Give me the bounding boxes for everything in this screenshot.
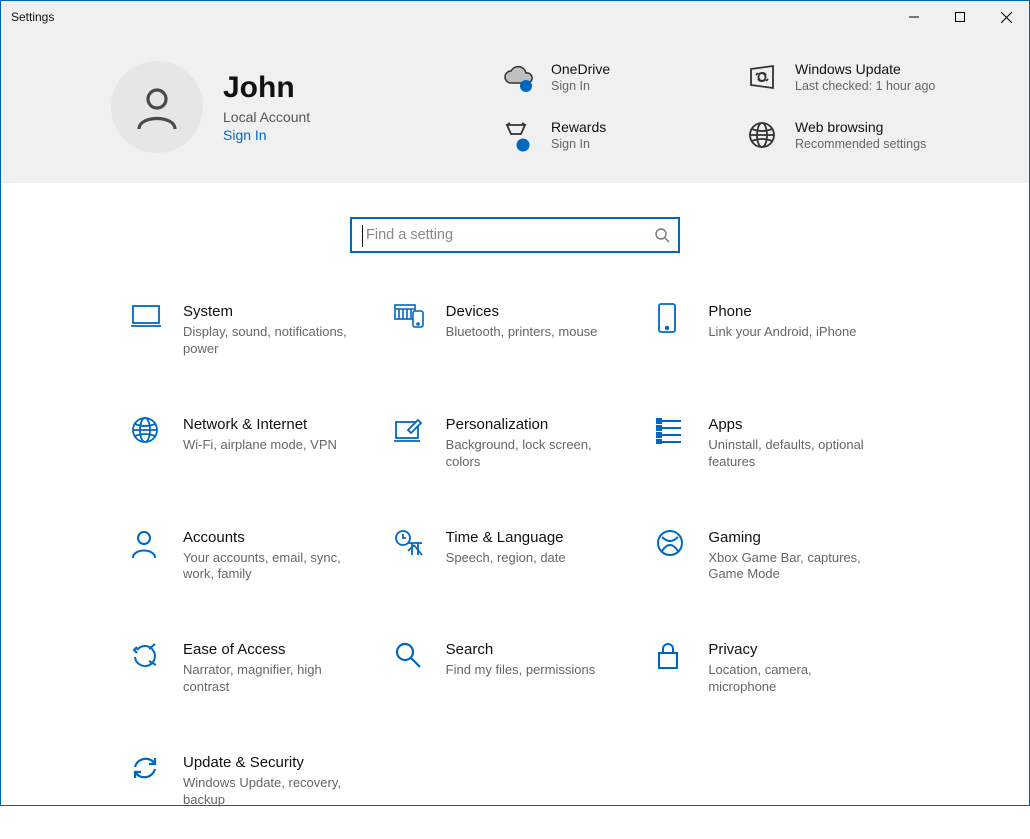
phone-icon: [656, 303, 690, 358]
tile-rewards[interactable]: Rewards Sign In: [501, 119, 715, 153]
cat-title: System: [183, 303, 353, 320]
tile-sub: Sign In: [551, 79, 610, 95]
tile-sub: Sign In: [551, 137, 606, 153]
category-search[interactable]: Search Find my files, permissions: [394, 641, 637, 696]
cat-sub: Speech, region, date: [446, 550, 566, 567]
tile-title: Rewards: [551, 119, 606, 135]
category-gaming[interactable]: Gaming Xbox Game Bar, captures, Game Mod…: [656, 529, 899, 584]
cat-title: Search: [446, 641, 596, 658]
time-language-icon: [394, 529, 428, 584]
cat-sub: Location, camera, microphone: [708, 662, 878, 696]
category-system[interactable]: System Display, sound, notifications, po…: [131, 303, 374, 358]
devices-icon: [394, 303, 428, 358]
search-row: [1, 183, 1029, 303]
globe-icon: [131, 416, 165, 471]
cat-title: Personalization: [446, 416, 616, 433]
cat-sub: Find my files, permissions: [446, 662, 596, 679]
category-accounts[interactable]: Accounts Your accounts, email, sync, wor…: [131, 529, 374, 584]
cat-title: Devices: [446, 303, 598, 320]
xbox-icon: [656, 529, 690, 584]
account-type: Local Account: [223, 109, 310, 125]
category-phone[interactable]: Phone Link your Android, iPhone: [656, 303, 899, 358]
header-tiles: OneDrive Sign In Windows Update Last che…: [501, 61, 959, 153]
lock-icon: [656, 641, 690, 696]
person-icon: [131, 529, 165, 584]
category-ease-of-access[interactable]: Ease of Access Narrator, magnifier, high…: [131, 641, 374, 696]
tile-web-browsing[interactable]: Web browsing Recommended settings: [745, 119, 959, 153]
search-icon: [654, 227, 670, 243]
search-input[interactable]: [362, 227, 654, 243]
cat-title: Time & Language: [446, 529, 566, 546]
cat-title: Privacy: [708, 641, 878, 658]
cat-sub: Wi-Fi, airplane mode, VPN: [183, 437, 337, 454]
category-network[interactable]: Network & Internet Wi-Fi, airplane mode,…: [131, 416, 374, 471]
system-icon: [131, 303, 165, 358]
close-button[interactable]: [983, 1, 1029, 33]
user-name: John: [223, 71, 310, 105]
cat-sub: Narrator, magnifier, high contrast: [183, 662, 353, 696]
cat-sub: Bluetooth, printers, mouse: [446, 324, 598, 341]
window-title: Settings: [11, 10, 54, 24]
tile-sub: Last checked: 1 hour ago: [795, 79, 935, 95]
paint-icon: [394, 416, 428, 471]
category-personalization[interactable]: Personalization Background, lock screen,…: [394, 416, 637, 471]
tile-title: Windows Update: [795, 61, 935, 77]
avatar: [111, 61, 203, 153]
cat-title: Network & Internet: [183, 416, 337, 433]
category-apps[interactable]: Apps Uninstall, defaults, optional featu…: [656, 416, 899, 471]
cloud-icon: [501, 61, 535, 93]
cat-sub: Background, lock screen, colors: [446, 437, 616, 471]
cat-sub: Xbox Game Bar, captures, Game Mode: [708, 550, 878, 584]
cat-title: Update & Security: [183, 754, 353, 771]
tile-sub: Recommended settings: [795, 137, 926, 153]
tile-windows-update[interactable]: Windows Update Last checked: 1 hour ago: [745, 61, 959, 95]
titlebar: Settings: [1, 1, 1029, 33]
category-privacy[interactable]: Privacy Location, camera, microphone: [656, 641, 899, 696]
sync-icon: [131, 754, 165, 809]
medal-icon: [501, 119, 535, 153]
search-box[interactable]: [350, 217, 680, 253]
category-update-security[interactable]: Update & Security Windows Update, recove…: [131, 754, 374, 809]
category-time-language[interactable]: Time & Language Speech, region, date: [394, 529, 637, 584]
text-caret: [362, 225, 363, 247]
tile-title: Web browsing: [795, 119, 926, 135]
update-icon: [745, 61, 779, 91]
category-devices[interactable]: Devices Bluetooth, printers, mouse: [394, 303, 637, 358]
signin-link[interactable]: Sign In: [223, 127, 310, 143]
cat-title: Apps: [708, 416, 878, 433]
cat-title: Ease of Access: [183, 641, 353, 658]
window-controls: [891, 1, 1029, 33]
globe-icon: [745, 119, 779, 149]
ease-of-access-icon: [131, 641, 165, 696]
user-block[interactable]: John Local Account Sign In: [111, 61, 501, 153]
cat-sub: Windows Update, recovery, backup: [183, 775, 353, 809]
tile-onedrive[interactable]: OneDrive Sign In: [501, 61, 715, 95]
cat-title: Phone: [708, 303, 856, 320]
maximize-button[interactable]: [937, 1, 983, 33]
cat-title: Gaming: [708, 529, 878, 546]
cat-sub: Uninstall, defaults, optional features: [708, 437, 878, 471]
cat-sub: Your accounts, email, sync, work, family: [183, 550, 353, 584]
minimize-button[interactable]: [891, 1, 937, 33]
cat-title: Accounts: [183, 529, 353, 546]
cat-sub: Display, sound, notifications, power: [183, 324, 353, 358]
cat-sub: Link your Android, iPhone: [708, 324, 856, 341]
categories-grid: System Display, sound, notifications, po…: [1, 303, 1029, 839]
header-panel: John Local Account Sign In OneDrive Sign…: [1, 33, 1029, 183]
tile-title: OneDrive: [551, 61, 610, 77]
apps-icon: [656, 416, 690, 471]
search-icon: [394, 641, 428, 696]
